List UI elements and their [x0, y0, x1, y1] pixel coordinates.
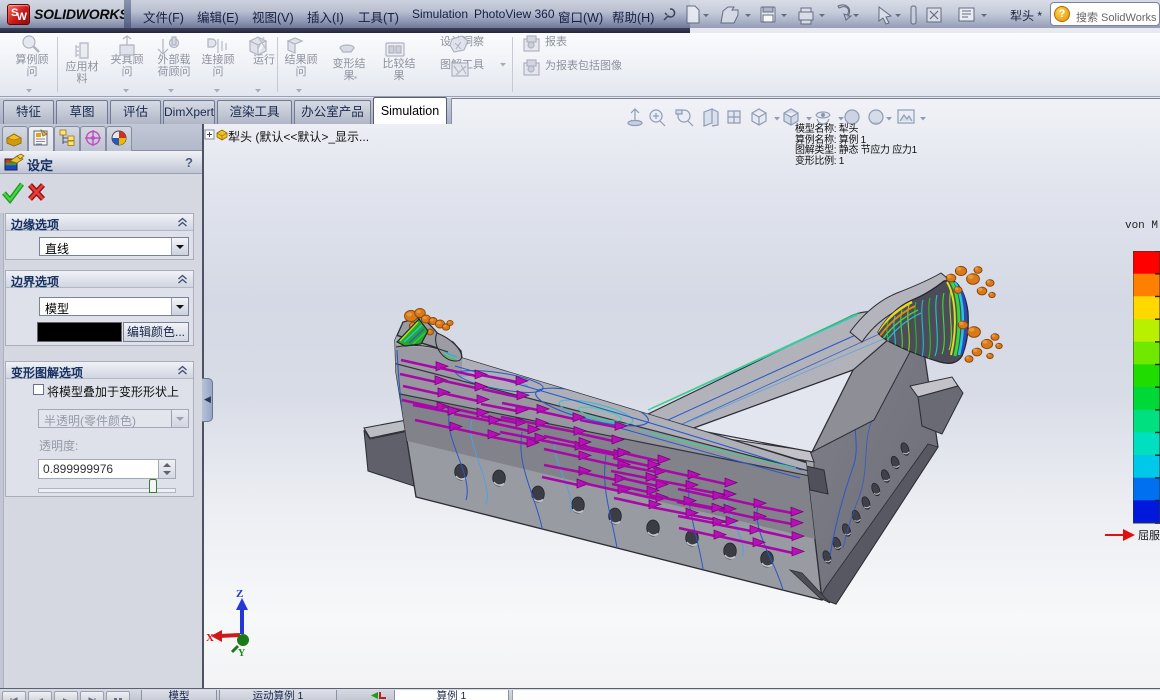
svg-text:Y: Y [238, 648, 246, 659]
svg-text:Z: Z [236, 588, 243, 600]
svg-text:X: X [206, 632, 214, 644]
